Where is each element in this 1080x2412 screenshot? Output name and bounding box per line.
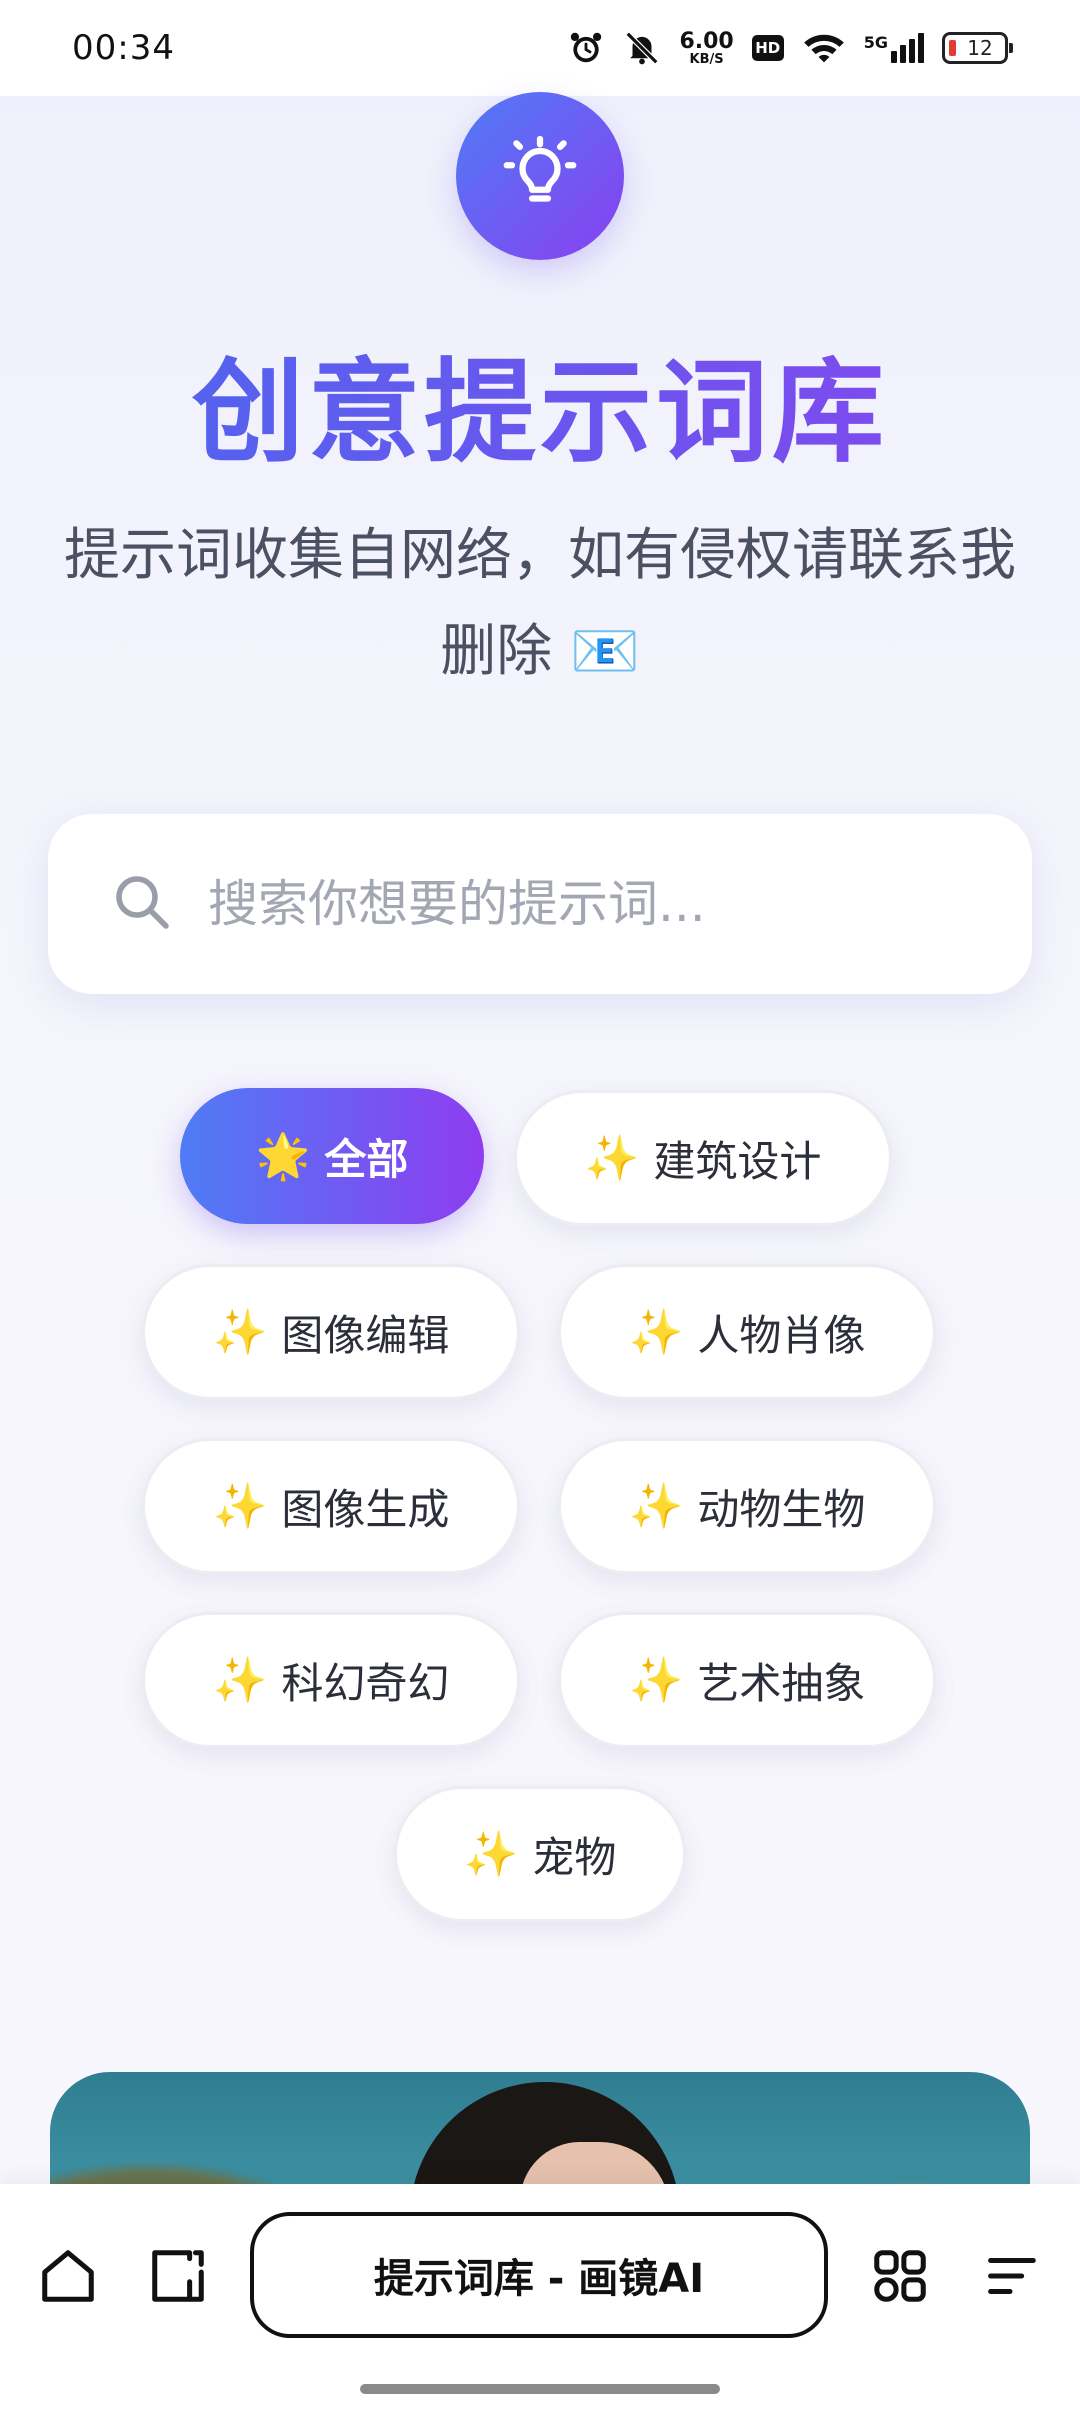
page-title: 创意提示词库: [0, 322, 1080, 484]
hd-badge: HD: [751, 35, 784, 61]
browser-bottom-bar: 提示词库 - 画镜AI: [0, 2184, 1080, 2412]
search-bar[interactable]: [48, 814, 1032, 994]
page: 00:34 6.00 KB/S HD 5G 12 创意提示词库 提示词收集自网络…: [0, 0, 1080, 2412]
category-label: 人物肖像: [697, 1310, 866, 1360]
sparkles-icon: ✨: [628, 1307, 684, 1358]
category-label: 全部: [324, 1134, 409, 1184]
category-label: 建筑设计: [653, 1136, 822, 1186]
address-bar[interactable]: 提示词库 - 画镜AI: [250, 2212, 828, 2338]
gesture-home-indicator[interactable]: [360, 2384, 720, 2394]
status-icons: 6.00 KB/S HD 5G 12: [567, 28, 1013, 67]
category-chip-image-generation[interactable]: ✨ 图像生成: [142, 1438, 520, 1574]
mute-bell-icon: [623, 29, 661, 67]
cellular-signal-icon: 5G: [864, 33, 924, 63]
category-chip-image-editing[interactable]: ✨ 图像编辑: [142, 1264, 520, 1400]
network-type: 5G: [863, 33, 888, 52]
home-icon[interactable]: [34, 2242, 102, 2310]
sparkles-icon: ✨: [463, 1829, 519, 1880]
sparkles-icon: ✨: [584, 1133, 640, 1184]
sparkles-icon: ✨: [212, 1655, 268, 1706]
sparkles-icon: ✨: [212, 1481, 268, 1532]
tabs-icon[interactable]: [144, 2242, 212, 2310]
category-label: 艺术抽象: [697, 1658, 866, 1708]
category-chip-animals[interactable]: ✨ 动物生物: [558, 1438, 936, 1574]
category-chip-architecture[interactable]: ✨ 建筑设计: [514, 1090, 892, 1226]
sparkles-icon: ✨: [212, 1307, 268, 1358]
network-speed: 6.00 KB/S: [679, 28, 734, 67]
lightbulb-icon: [498, 132, 582, 220]
category-label: 图像编辑: [281, 1310, 450, 1360]
page-subtitle: 提示词收集自网络，如有侵权请联系我删除 📧: [64, 523, 1016, 684]
status-time: 00:34: [72, 28, 175, 68]
category-label: 图像生成: [281, 1484, 450, 1534]
status-bar: 00:34 6.00 KB/S HD 5G 12: [0, 0, 1080, 96]
sparkles-icon: ✨: [628, 1481, 684, 1532]
search-icon: [110, 870, 174, 938]
star-icon: 🌟: [255, 1131, 311, 1182]
menu-icon[interactable]: [976, 2242, 1044, 2310]
lightbulb-logo: [456, 92, 624, 260]
category-chip-scifi-fantasy[interactable]: ✨ 科幻奇幻: [142, 1612, 520, 1748]
speed-unit: KB/S: [689, 51, 724, 67]
search-input[interactable]: [208, 875, 968, 933]
category-chip-abstract-art[interactable]: ✨ 艺术抽象: [558, 1612, 936, 1748]
category-chip-portrait[interactable]: ✨ 人物肖像: [558, 1264, 936, 1400]
category-chip-all[interactable]: 🌟 全部: [180, 1088, 484, 1224]
battery-level: 12: [967, 36, 993, 60]
alarm-icon: [567, 29, 605, 67]
speed-value: 6.00: [679, 28, 734, 54]
sparkles-icon: ✨: [628, 1655, 684, 1706]
apps-icon[interactable]: [866, 2242, 934, 2310]
category-chip-pets[interactable]: ✨ 宠物: [394, 1786, 686, 1922]
battery-indicator: 12: [942, 32, 1013, 64]
category-label: 科幻奇幻: [281, 1658, 450, 1708]
wifi-icon: [802, 30, 846, 66]
category-label: 宠物: [532, 1832, 617, 1882]
category-label: 动物生物: [697, 1484, 866, 1534]
